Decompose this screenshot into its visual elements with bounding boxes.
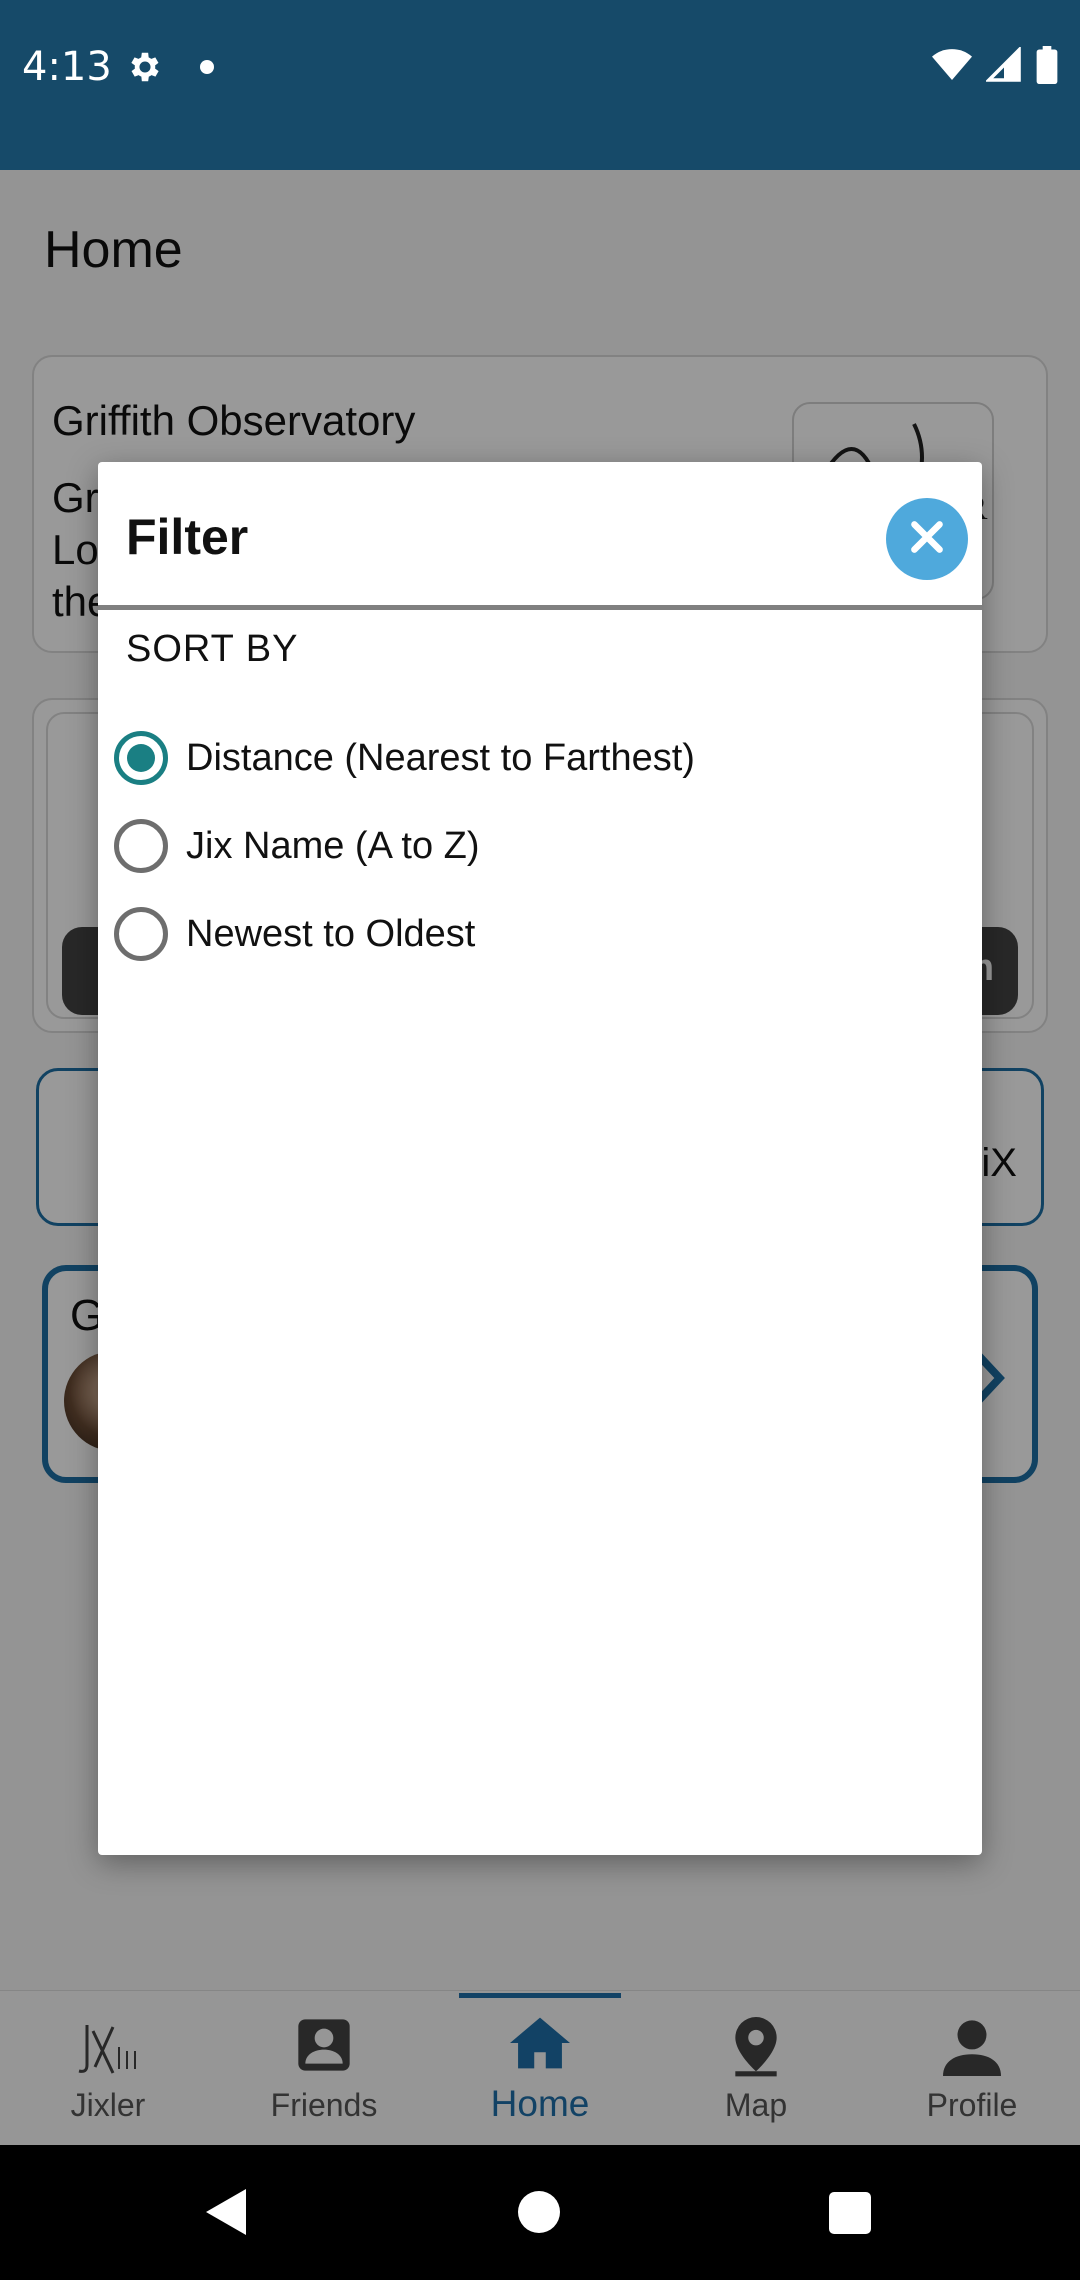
cellular-icon — [984, 45, 1022, 88]
filter-dialog: Filter SORT BY Distance (Nearest to Fart… — [98, 462, 982, 1855]
sort-by-label: SORT BY — [126, 628, 299, 670]
status-time: 4:13 — [22, 44, 112, 90]
filter-dialog-header: Filter — [98, 462, 982, 610]
sort-option-label: Newest to Oldest — [186, 912, 476, 955]
back-icon[interactable] — [206, 2189, 246, 2240]
notification-dot-icon — [200, 60, 214, 74]
radio-button[interactable] — [114, 819, 168, 873]
sort-option-label: Distance (Nearest to Farthest) — [186, 736, 695, 779]
settings-icon — [126, 48, 164, 91]
dialog-title: Filter — [126, 509, 249, 565]
radio-button-selected[interactable] — [114, 731, 168, 785]
sort-option-name[interactable]: Jix Name (A to Z) — [114, 802, 695, 890]
close-button[interactable] — [886, 498, 968, 580]
status-bar: 4:13 — [0, 0, 1080, 170]
sort-option-distance[interactable]: Distance (Nearest to Farthest) — [114, 714, 695, 802]
radio-button[interactable] — [114, 907, 168, 961]
close-icon — [909, 519, 945, 560]
wifi-icon — [932, 48, 972, 87]
sort-option-newest[interactable]: Newest to Oldest — [114, 890, 695, 978]
recents-icon[interactable] — [829, 2192, 871, 2234]
sort-options: Distance (Nearest to Farthest) Jix Name … — [114, 714, 695, 978]
battery-icon — [1036, 46, 1058, 89]
system-nav-bar — [0, 2145, 1080, 2280]
home-button-icon[interactable] — [518, 2191, 560, 2233]
sort-option-label: Jix Name (A to Z) — [186, 824, 480, 867]
